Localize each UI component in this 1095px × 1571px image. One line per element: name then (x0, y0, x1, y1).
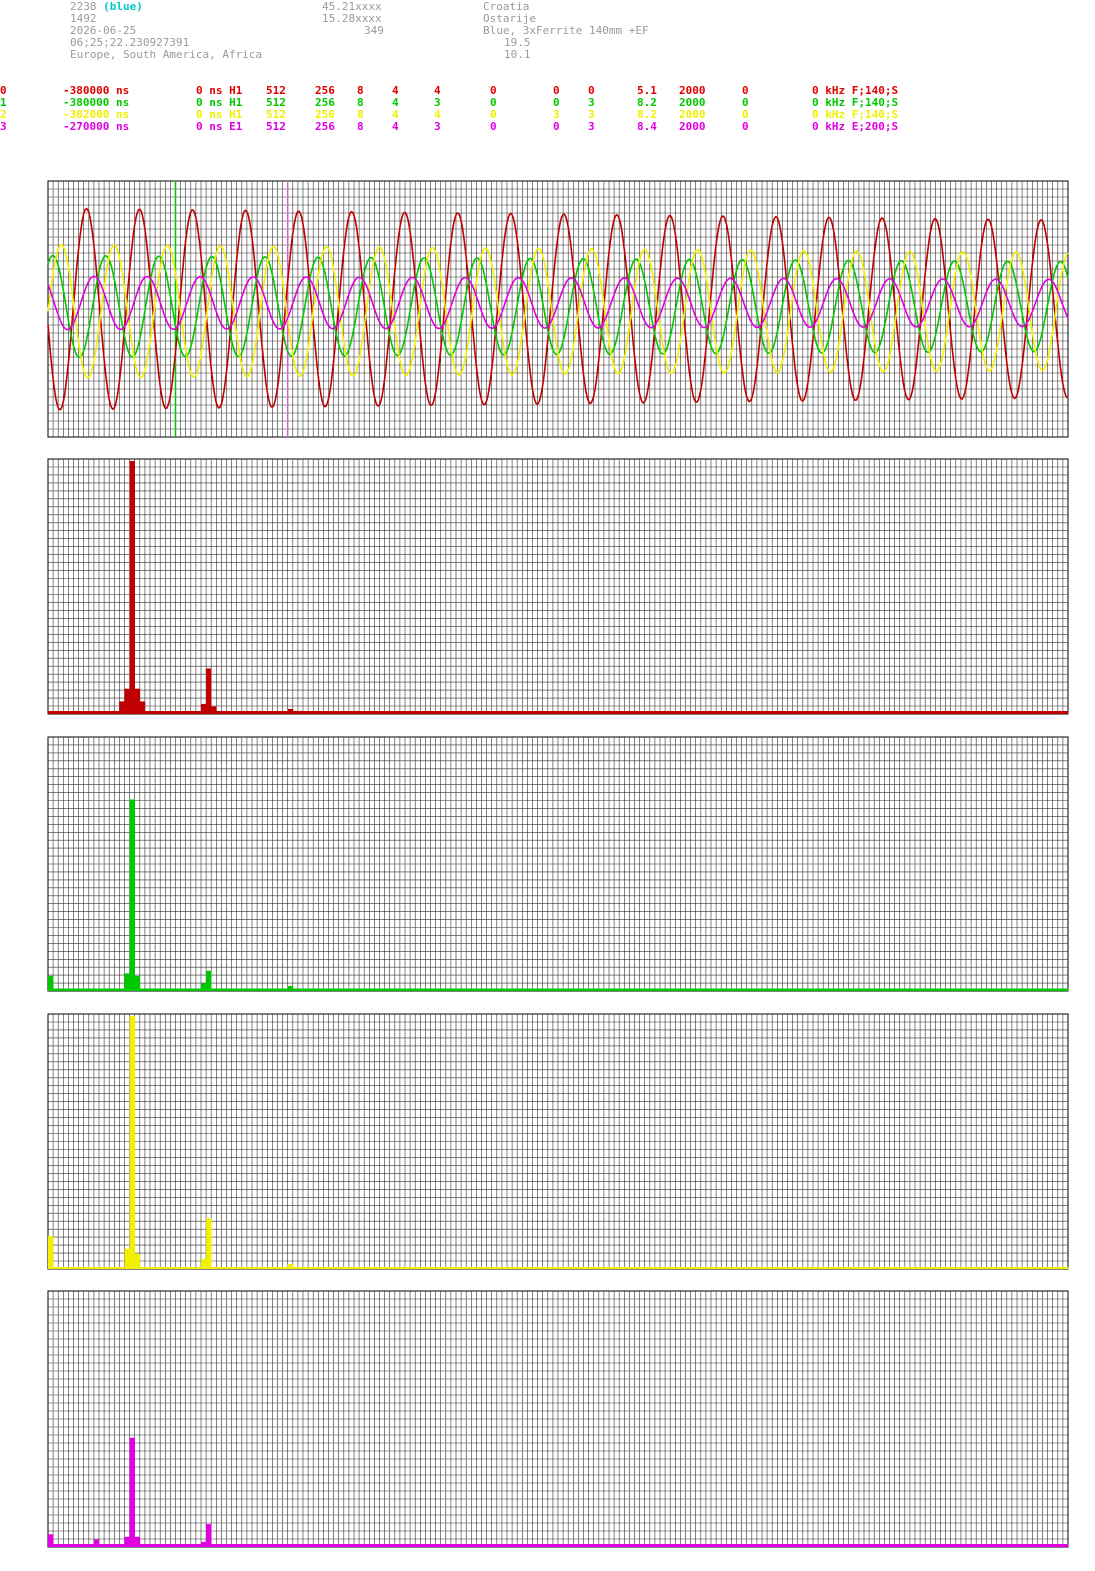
spectrum-bar (134, 1253, 141, 1269)
spectrum-bar (206, 1218, 212, 1269)
plot-grid-2 (47, 736, 1069, 992)
spectrum-bar (206, 1524, 212, 1547)
plot-gridlines (48, 737, 1068, 991)
plot-grid-1 (47, 458, 1069, 715)
plot-area (47, 180, 1069, 1548)
spectrum-bar (206, 970, 212, 991)
spectrum-bar (206, 668, 212, 714)
spectrum-bar (124, 973, 130, 991)
plot-gridlines (48, 1014, 1068, 1269)
spectrum-bar (129, 1437, 135, 1547)
spectrum-bar (134, 975, 141, 991)
spectrum-bar (124, 1248, 130, 1269)
spectrum-bar (48, 975, 54, 991)
spectrum-bar (124, 688, 130, 714)
spectrum-bar (129, 799, 135, 991)
plot-gridlines (48, 1291, 1068, 1547)
spectrum-bar (134, 688, 141, 714)
plot-gridlines (48, 459, 1068, 714)
spectrum-bar (48, 1236, 54, 1269)
spectrum-bar (129, 461, 135, 714)
plot-grid-3 (47, 1013, 1069, 1270)
plot-grid-4 (47, 1290, 1069, 1548)
spectrum-bar (129, 1016, 135, 1269)
